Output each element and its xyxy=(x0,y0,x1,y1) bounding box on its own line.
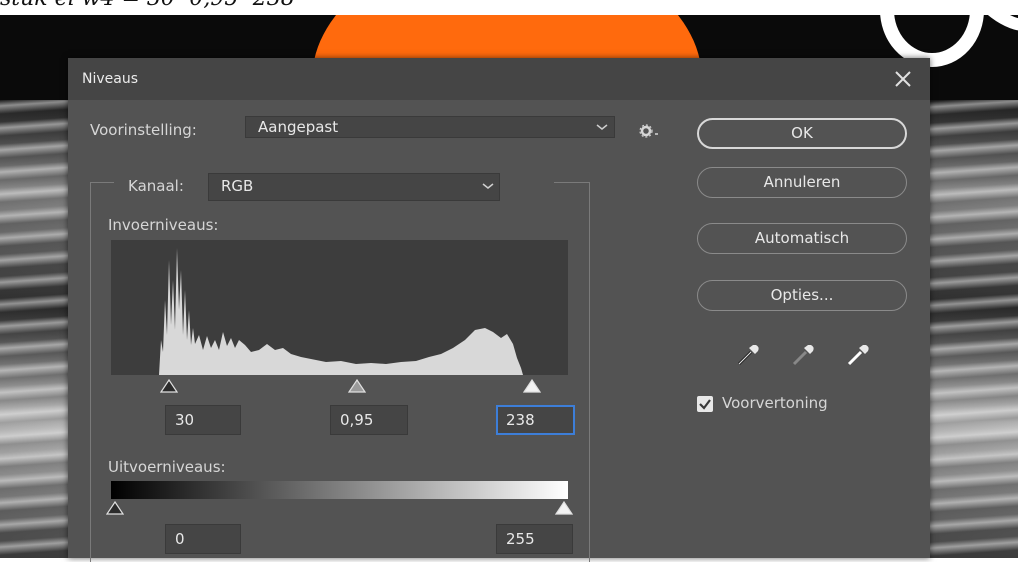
channel-select[interactable]: RGB xyxy=(208,173,500,201)
white-eyedropper-icon[interactable] xyxy=(843,340,873,370)
channel-value: RGB xyxy=(221,177,254,195)
preset-select[interactable]: Aangepast xyxy=(245,116,615,138)
caption-text: stuk ei w4 = 30- 0,95- 238 xyxy=(0,0,295,11)
output-white-slider[interactable] xyxy=(555,501,573,515)
output-black-field[interactable]: 0 xyxy=(165,524,241,554)
dialog-titlebar[interactable]: Niveaus xyxy=(68,58,930,100)
preset-value: Aangepast xyxy=(258,118,339,136)
auto-button[interactable]: Automatisch xyxy=(697,223,907,254)
cancel-button[interactable]: Annuleren xyxy=(697,167,907,198)
black-eyedropper-icon[interactable] xyxy=(733,340,763,370)
input-black-field[interactable]: 30 xyxy=(165,405,241,435)
input-gamma-slider[interactable] xyxy=(348,379,366,393)
input-levels-label: Invoerniveaus: xyxy=(108,216,219,234)
histogram xyxy=(111,240,568,375)
input-gamma-field[interactable]: 0,95 xyxy=(330,405,408,435)
levels-dialog: Niveaus Voorinstelling: Aangepast OK Ann… xyxy=(68,58,930,562)
chevron-down-icon xyxy=(596,124,608,130)
gear-icon[interactable] xyxy=(638,122,662,140)
output-gradient xyxy=(111,481,568,499)
close-icon[interactable] xyxy=(892,68,914,90)
input-black-slider[interactable] xyxy=(160,379,178,393)
dialog-title: Niveaus xyxy=(82,71,139,87)
histogram-graph xyxy=(159,248,523,375)
output-levels-label: Uitvoerniveaus: xyxy=(108,458,226,476)
chevron-down-icon xyxy=(482,183,494,189)
preset-label: Voorinstelling: xyxy=(90,121,197,139)
input-white-field[interactable]: 238 xyxy=(496,405,575,435)
output-white-field[interactable]: 255 xyxy=(496,524,573,554)
preview-label: Voorvertoning xyxy=(722,394,828,412)
ok-button[interactable]: OK xyxy=(697,118,907,149)
gray-eyedropper-icon[interactable] xyxy=(788,340,818,370)
output-black-slider[interactable] xyxy=(106,501,124,515)
input-white-slider[interactable] xyxy=(523,379,541,393)
channel-label: Kanaal: xyxy=(128,177,184,195)
options-button[interactable]: Opties... xyxy=(697,280,907,311)
preview-checkbox[interactable] xyxy=(697,396,713,412)
checkmark-icon xyxy=(699,399,711,410)
